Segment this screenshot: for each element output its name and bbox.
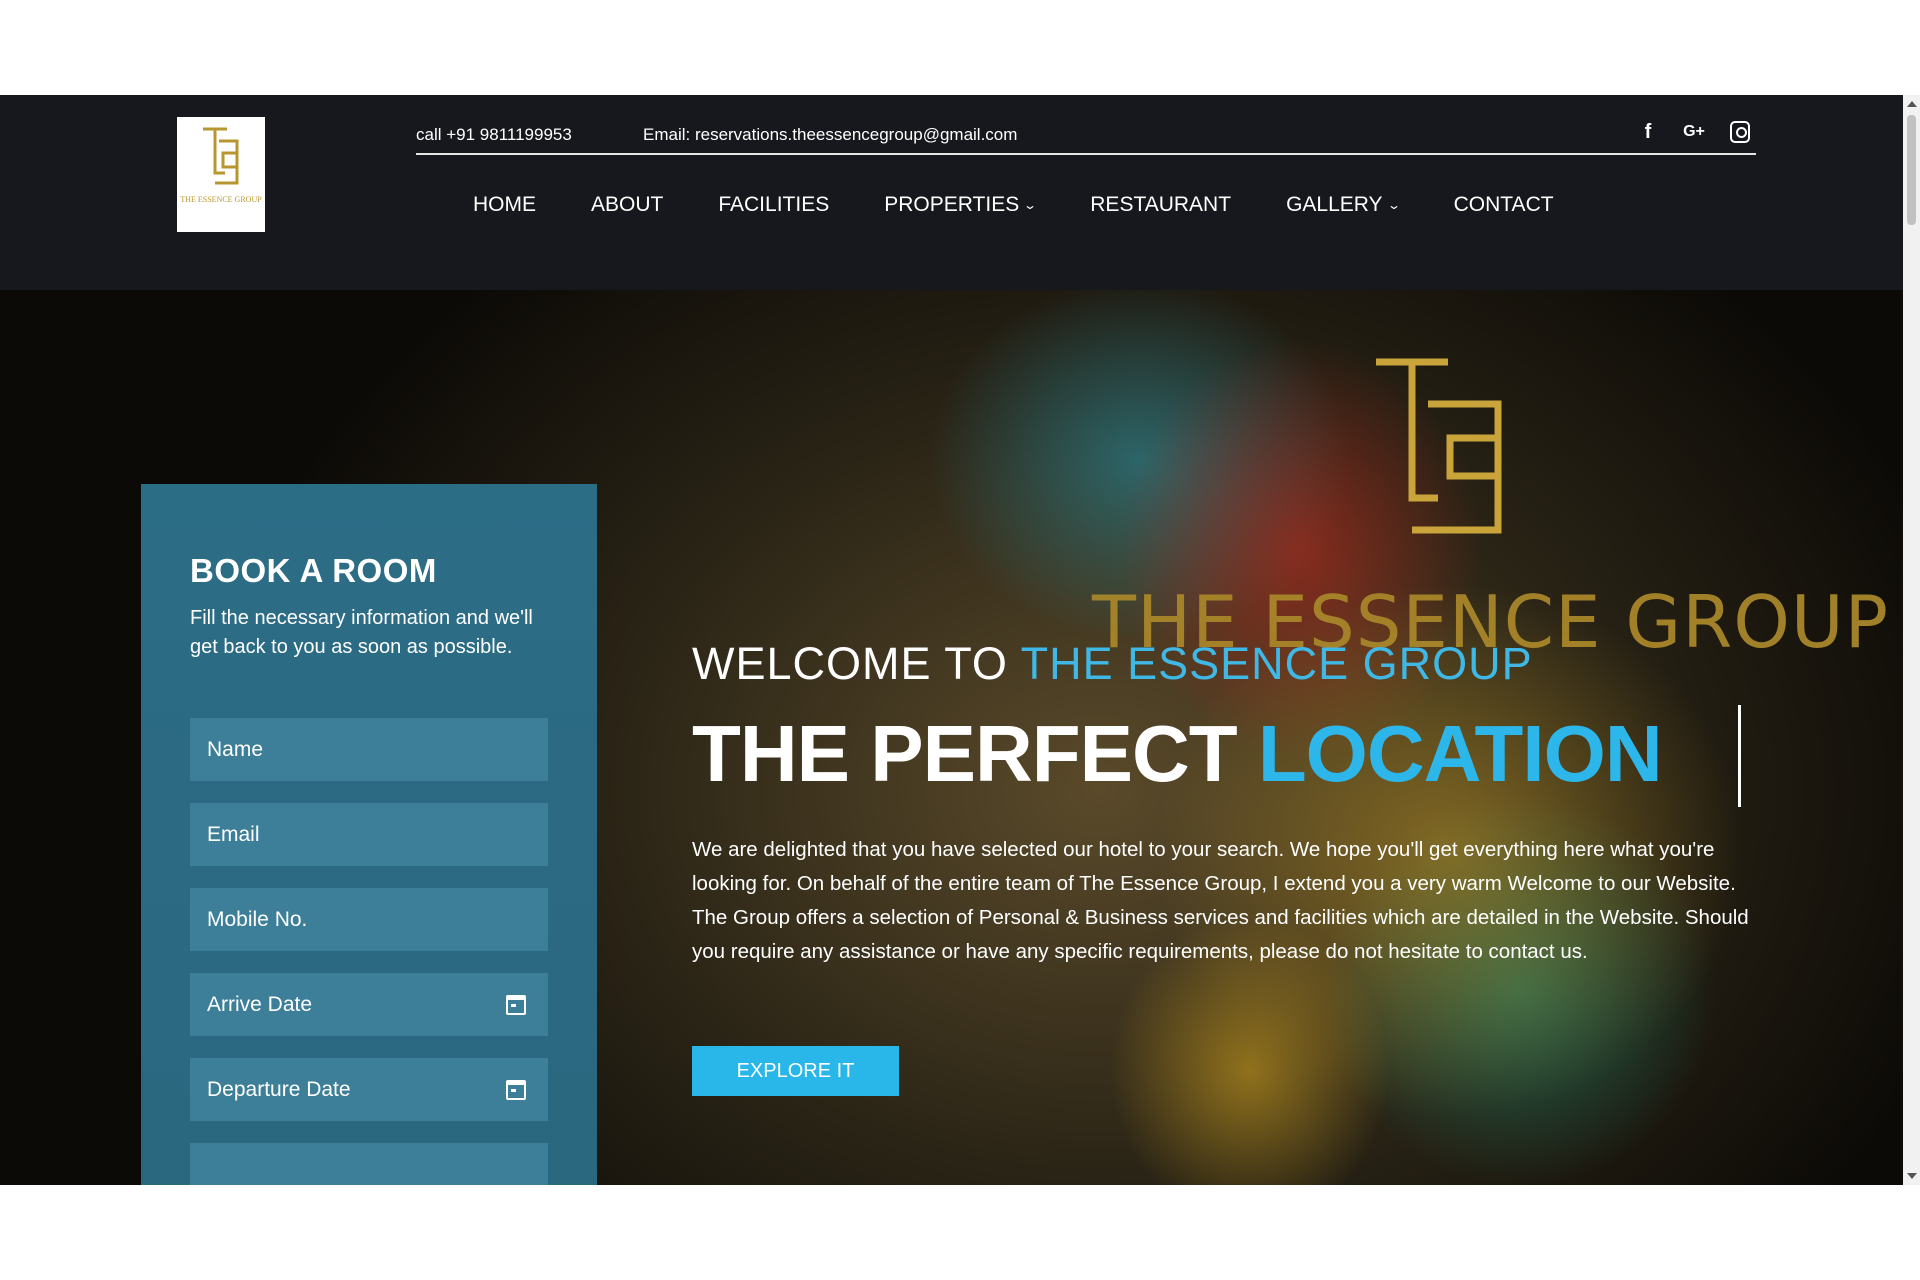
nav-item-contact[interactable]: CONTACT <box>1454 193 1554 217</box>
facebook-icon[interactable]: f <box>1638 121 1658 143</box>
site-header: THE ESSENCE GROUP call +91 9811199953 Em… <box>0 95 1903 290</box>
chevron-down-icon: ⌄ <box>1386 198 1401 212</box>
arrive-date-field[interactable]: Arrive Date <box>190 973 548 1036</box>
contact-bar: call +91 9811199953 Email: reservations.… <box>416 115 1756 155</box>
typing-cursor <box>1738 705 1741 807</box>
hero-tagline: THE PERFECT LOCATION <box>692 709 1663 798</box>
booking-title: BOOK A ROOM <box>190 552 437 589</box>
nav-item-home[interactable]: HOME <box>473 193 536 217</box>
scroll-up-arrow-icon[interactable] <box>1907 101 1917 107</box>
mobile-field[interactable]: Mobile No. <box>190 888 548 951</box>
scroll-thumb[interactable] <box>1907 115 1916 225</box>
nav-item-restaurant[interactable]: RESTAURANT <box>1090 193 1231 217</box>
booking-description: Fill the necessary information and we'll… <box>190 607 533 658</box>
nav-item-properties[interactable]: PROPERTIES ⌄ <box>884 193 1038 217</box>
nav-item-about[interactable]: ABOUT <box>591 193 663 217</box>
email-field[interactable]: Email <box>190 803 548 866</box>
hero-monogram-icon <box>1376 358 1502 534</box>
additional-field[interactable] <box>190 1143 548 1185</box>
calendar-icon[interactable] <box>506 995 526 1015</box>
instagram-icon[interactable] <box>1730 121 1750 143</box>
browser-viewport: THE ESSENCE GROUP call +91 9811199953 Em… <box>0 95 1920 1185</box>
main-nav: HOME ABOUT FACILITIES PROPERTIES ⌄ RESTAU… <box>473 193 1609 217</box>
phone-number[interactable]: call +91 9811199953 <box>416 125 572 145</box>
name-field[interactable]: Name <box>190 718 548 781</box>
welcome-heading: WELCOME TO THE ESSENCE GROUP <box>692 638 1533 689</box>
departure-date-field[interactable]: Departure Date <box>190 1058 548 1121</box>
explore-button[interactable]: EXPLORE IT <box>692 1046 899 1096</box>
calendar-icon[interactable] <box>506 1080 526 1100</box>
nav-item-facilities[interactable]: FACILITIES <box>718 193 829 217</box>
nav-item-gallery[interactable]: GALLERY ⌄ <box>1286 193 1401 217</box>
chevron-down-icon: ⌄ <box>1023 198 1038 212</box>
logo-monogram-icon <box>203 127 239 185</box>
page-scrollbar[interactable] <box>1903 95 1920 1185</box>
social-links: f G+ <box>1638 121 1750 143</box>
google-plus-icon[interactable]: G+ <box>1683 121 1705 143</box>
logo-text: THE ESSENCE GROUP <box>180 195 262 204</box>
booking-form: BOOK A ROOM Fill the necessary informati… <box>141 484 597 1185</box>
scroll-down-arrow-icon[interactable] <box>1907 1173 1917 1179</box>
intro-paragraph: We are delighted that you have selected … <box>692 838 1749 963</box>
hero-section: THE ESSENCE GROUP BOOK A ROOM Fill the n… <box>0 290 1903 1185</box>
site-logo[interactable]: THE ESSENCE GROUP <box>177 117 265 232</box>
email-address[interactable]: Email: reservations.theessencegroup@gmai… <box>643 125 1017 145</box>
